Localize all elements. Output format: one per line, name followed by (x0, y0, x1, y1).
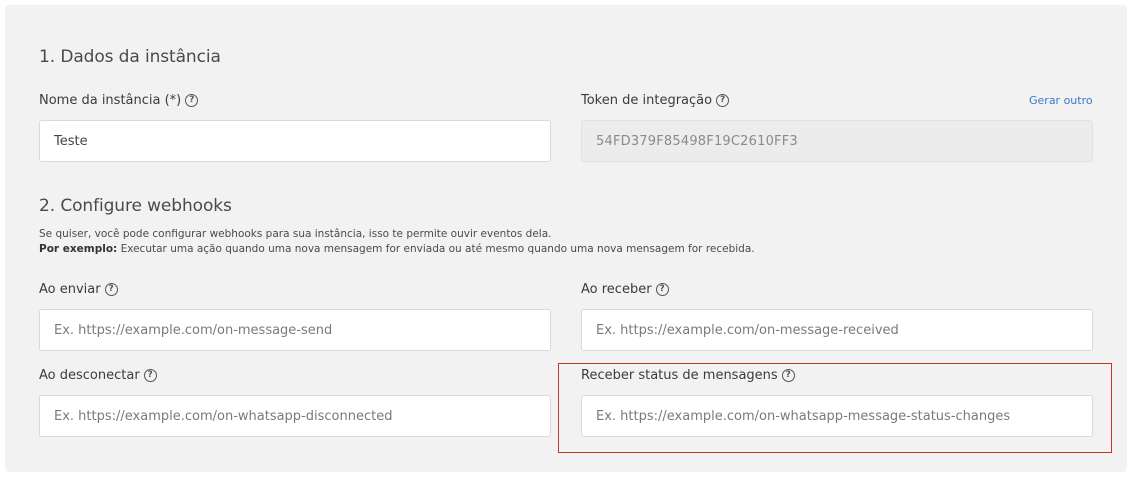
on-receive-label-row: Ao receber ? (581, 282, 669, 297)
help-icon[interactable]: ? (716, 94, 730, 107)
instance-name-label-row: Nome da instância (*) ? (39, 93, 199, 108)
message-status-webhook-input[interactable] (581, 395, 1093, 437)
webhooks-example: Por exemplo: Executar uma ação quando um… (39, 243, 755, 255)
help-icon[interactable]: ? (781, 369, 795, 382)
token-label: Token de integração (581, 93, 713, 108)
on-disconnect-label: Ao desconectar (39, 368, 140, 383)
on-disconnect-label-row: Ao desconectar ? (39, 368, 157, 383)
on-receive-webhook-input[interactable] (581, 309, 1093, 351)
token-label-row: Token de integração ? (581, 93, 730, 108)
on-disconnect-webhook-input[interactable] (39, 395, 551, 437)
help-icon[interactable]: ? (185, 94, 199, 107)
example-prefix: Por exemplo: (39, 243, 118, 255)
message-status-label: Receber status de mensagens (581, 368, 778, 383)
on-send-label: Ao enviar (39, 282, 101, 297)
section-title-webhooks: 2. Configure webhooks (39, 196, 232, 216)
help-icon[interactable]: ? (143, 369, 157, 382)
message-status-label-row: Receber status de mensagens ? (581, 368, 795, 383)
instance-name-input[interactable] (39, 120, 551, 162)
webhooks-description: Se quiser, você pode configurar webhooks… (39, 228, 552, 240)
section-title-instance-data: 1. Dados da instância (39, 47, 221, 67)
token-input[interactable] (581, 120, 1093, 162)
help-icon[interactable]: ? (655, 283, 669, 296)
on-send-webhook-input[interactable] (39, 309, 551, 351)
on-receive-label: Ao receber (581, 282, 652, 297)
regenerate-token-link[interactable]: Gerar outro (1029, 94, 1093, 107)
help-icon[interactable]: ? (104, 283, 118, 296)
example-text: Executar uma ação quando uma nova mensag… (117, 243, 755, 255)
on-send-label-row: Ao enviar ? (39, 282, 118, 297)
instance-name-label: Nome da instância (*) (39, 93, 182, 108)
